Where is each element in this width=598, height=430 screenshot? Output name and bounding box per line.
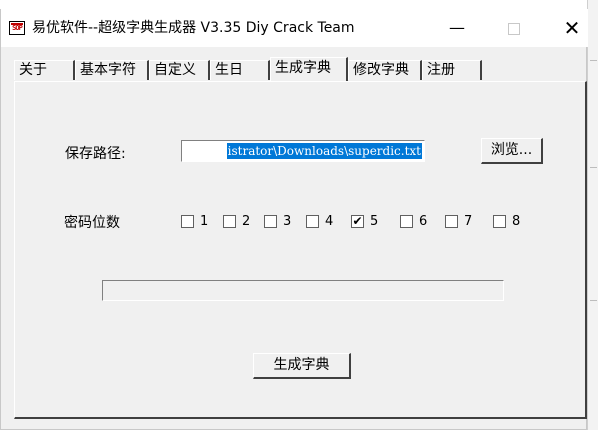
browse-button[interactable]: 浏览... [481, 138, 543, 164]
window-title: 易优软件--超级字典生成器 V3.35 Diy Crack Team [32, 20, 355, 36]
tab-about[interactable]: 关于 [14, 60, 75, 80]
save-path-label: 保存路径: [65, 146, 126, 162]
close-button[interactable]: ✕ [549, 9, 595, 47]
title-bar[interactable]: SOP 易优软件--超级字典生成器 V3.35 Diy Crack Team —… [1, 9, 588, 47]
tab-custom[interactable]: 自定义 [149, 60, 210, 80]
minimize-button[interactable]: — [434, 9, 480, 47]
app-icon: SOP [9, 21, 25, 35]
checkbox-8[interactable] [493, 215, 506, 228]
save-path-value: istrator\Downloads\superdic.txt [226, 143, 422, 159]
password-digits-label: 密码位数 [64, 215, 120, 231]
checkbox-5[interactable]: ✔ [351, 215, 364, 228]
tab-modify-dict[interactable]: 修改字典 [348, 60, 422, 80]
maximize-icon [508, 22, 520, 35]
tab-basic-chars[interactable]: 基本字符 [75, 60, 149, 80]
checkbox-4[interactable] [306, 215, 319, 228]
save-path-input[interactable]: istrator\Downloads\superdic.txt [181, 140, 425, 162]
close-icon: ✕ [563, 16, 581, 40]
generate-dict-button[interactable]: 生成字典 [253, 353, 351, 379]
checkbox-2[interactable] [223, 215, 236, 228]
app-window: SOP 易优软件--超级字典生成器 V3.35 Diy Crack Team —… [0, 9, 588, 430]
maximize-button[interactable] [491, 9, 537, 47]
checkbox-7[interactable] [445, 215, 458, 228]
tab-generate-dict[interactable]: 生成字典 [270, 57, 348, 81]
tab-birthday[interactable]: 生日 [210, 60, 270, 80]
checkbox-6[interactable] [400, 215, 413, 228]
checkbox-1[interactable] [181, 215, 194, 228]
generate-dict-panel: 保存路径: istrator\Downloads\superdic.txt 浏览… [14, 81, 587, 419]
checkbox-3[interactable] [264, 215, 277, 228]
progress-bar [102, 280, 504, 301]
tab-register[interactable]: 注册 [422, 60, 482, 80]
background-window-edge [587, 0, 598, 430]
minimize-icon: — [449, 18, 465, 37]
